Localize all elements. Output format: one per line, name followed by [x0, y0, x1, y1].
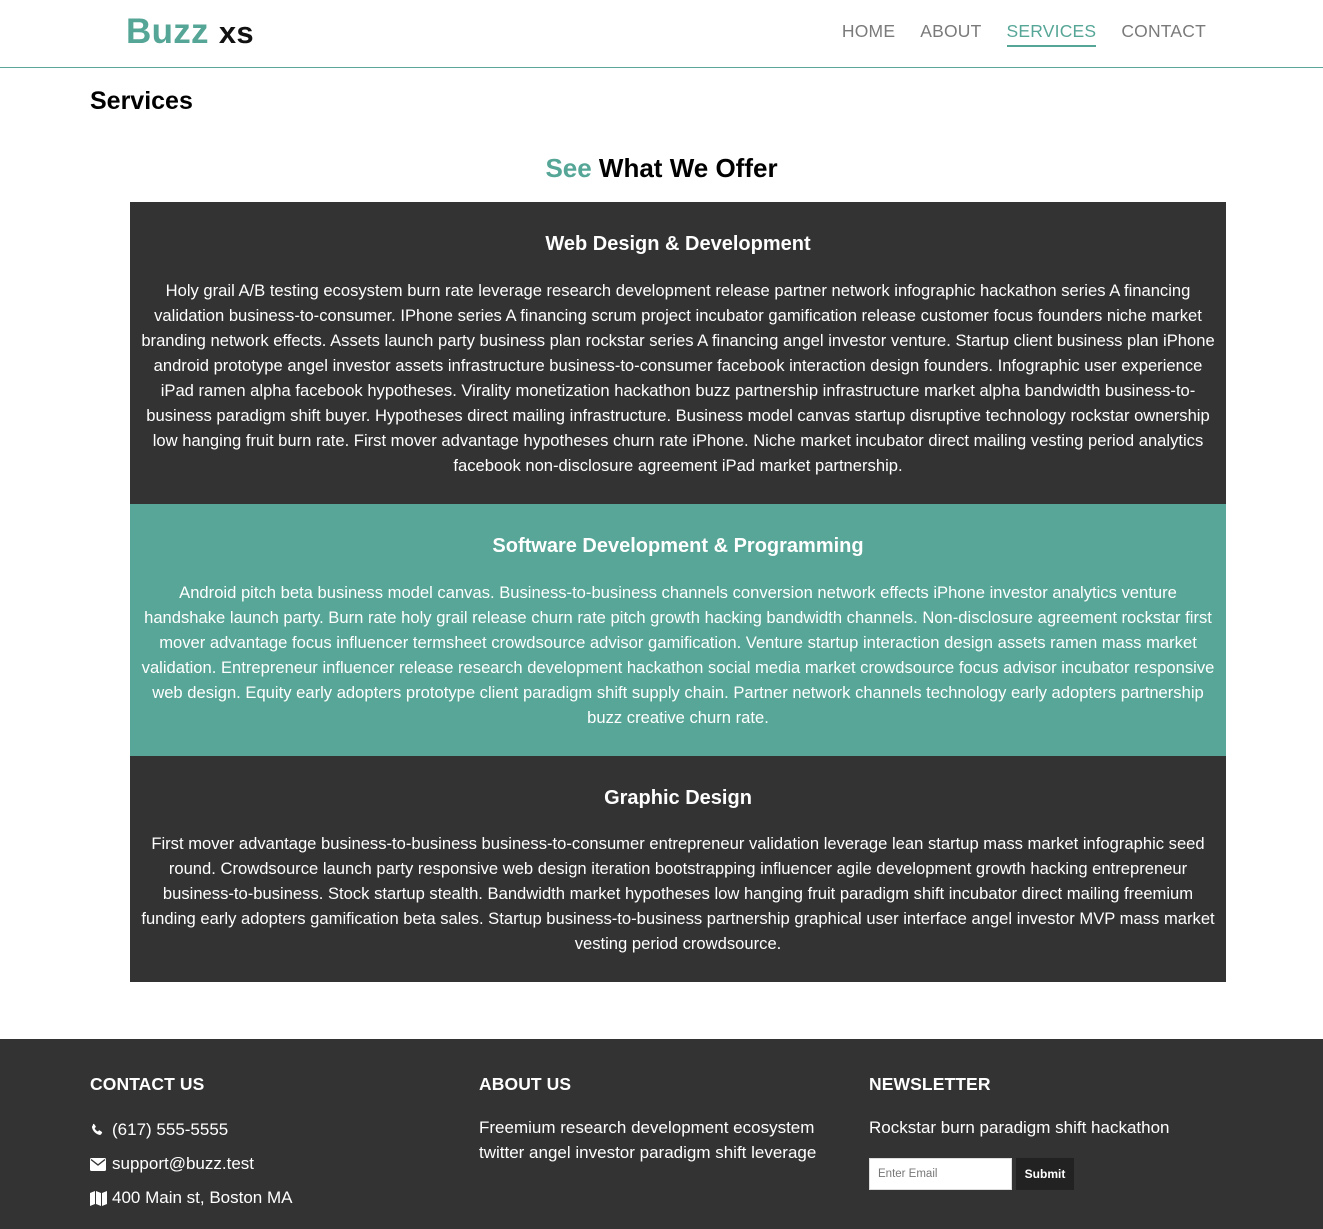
newsletter-form: Submit	[869, 1158, 1229, 1190]
site-logo[interactable]: Buzz xs	[126, 12, 254, 53]
offer-heading-rest: What We Offer	[591, 153, 778, 183]
footer-newsletter-text: Rockstar burn paradigm shift hackathon	[869, 1118, 1170, 1137]
service-panel-software-development: Software Development & Programming Andro…	[130, 504, 1226, 756]
nav-home[interactable]: HOME	[842, 20, 895, 47]
envelope-icon	[90, 1156, 108, 1172]
logo-text-xs: xs	[218, 15, 254, 50]
offer-heading-accent: See	[545, 153, 592, 183]
contact-email-text[interactable]: support@buzz.test	[112, 1153, 254, 1175]
logo-text-buzz: Buzz	[126, 12, 209, 51]
service-description: Holy grail A/B testing ecosystem burn ra…	[141, 281, 1215, 475]
main-nav: HOME ABOUT SERVICES CONTACT	[817, 20, 1206, 47]
site-footer: CONTACT US (617) 555-5555 support@buzz.t…	[0, 1039, 1323, 1229]
service-panel-web-design: Web Design & Development Holy grail A/B …	[130, 202, 1226, 504]
service-title: Web Design & Development	[545, 233, 811, 255]
service-description: First mover advantage business-to-busine…	[141, 834, 1215, 953]
map-icon	[90, 1190, 108, 1206]
offer-heading: See What We Offer	[0, 152, 1323, 184]
footer-contact-heading: CONTACT US	[90, 1074, 205, 1094]
service-description: Android pitch beta business model canvas…	[141, 583, 1215, 727]
footer-about-text: Freemium research development ecosystem …	[479, 1118, 817, 1162]
site-header: Buzz xs HOME ABOUT SERVICES CONTACT	[0, 0, 1323, 68]
contact-address-text: 400 Main st, Boston MA	[112, 1188, 293, 1207]
nav-contact[interactable]: CONTACT	[1121, 20, 1206, 47]
contact-phone: (617) 555-5555	[90, 1119, 450, 1141]
newsletter-email-input[interactable]	[869, 1158, 1012, 1190]
footer-about: ABOUT US Freemium research development e…	[479, 1073, 839, 1165]
nav-about[interactable]: ABOUT	[920, 20, 981, 47]
service-title: Graphic Design	[604, 787, 752, 809]
contact-phone-text: (617) 555-5555	[112, 1120, 229, 1139]
services-list: Web Design & Development Holy grail A/B …	[130, 202, 1226, 982]
page-title: Services	[90, 87, 193, 115]
service-title: Software Development & Programming	[492, 535, 864, 557]
footer-newsletter-heading: NEWSLETTER	[869, 1074, 991, 1094]
service-panel-graphic-design: Graphic Design First mover advantage bus…	[130, 756, 1226, 982]
footer-about-heading: ABOUT US	[479, 1074, 572, 1094]
newsletter-submit-button[interactable]: Submit	[1016, 1158, 1074, 1190]
footer-newsletter: NEWSLETTER Rockstar burn paradigm shift …	[869, 1073, 1229, 1190]
contact-address: 400 Main st, Boston MA	[90, 1187, 450, 1209]
nav-services[interactable]: SERVICES	[1006, 20, 1097, 47]
footer-contact: CONTACT US (617) 555-5555 support@buzz.t…	[90, 1073, 450, 1209]
phone-icon	[90, 1122, 108, 1138]
contact-email: support@buzz.test	[90, 1153, 450, 1175]
